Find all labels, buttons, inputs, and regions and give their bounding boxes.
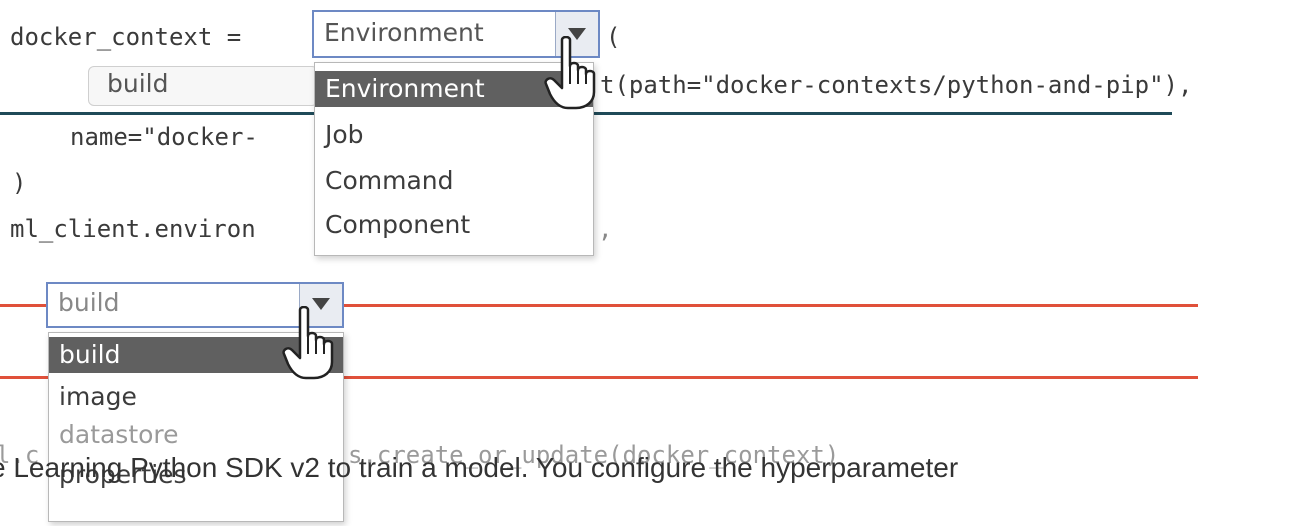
context-property-option-image[interactable]: image xyxy=(49,379,343,415)
context-property-option-datastore[interactable]: datastore xyxy=(49,417,343,453)
question-text: e Learning Python SDK v2 to train a mode… xyxy=(0,452,959,483)
entity-type-select-value: Environment xyxy=(324,18,484,47)
entity-type-option-job[interactable]: Job xyxy=(315,117,593,153)
code-line-ml-client: ml_client.environ xyxy=(10,215,256,243)
inline-build-hint-text: build xyxy=(107,69,169,98)
code-line-docker-context: docker_context = xyxy=(10,23,256,51)
code-line-name-arg: name="docker- xyxy=(70,123,258,151)
context-property-select-value: build xyxy=(58,288,120,317)
inline-build-hint: build xyxy=(88,66,318,106)
code-line-path-arg: t(path="docker-contexts/python-and-pip")… xyxy=(600,71,1193,99)
entity-type-option-command[interactable]: Command xyxy=(315,163,593,199)
code-line-close-paren: ) xyxy=(12,169,27,197)
hand-pointer-icon xyxy=(544,36,596,110)
hand-pointer-icon xyxy=(282,306,334,380)
entity-type-option-component[interactable]: Component xyxy=(315,207,593,243)
code-line-ml-client-tail: , xyxy=(598,215,613,243)
code-open-paren: ( xyxy=(606,23,621,51)
